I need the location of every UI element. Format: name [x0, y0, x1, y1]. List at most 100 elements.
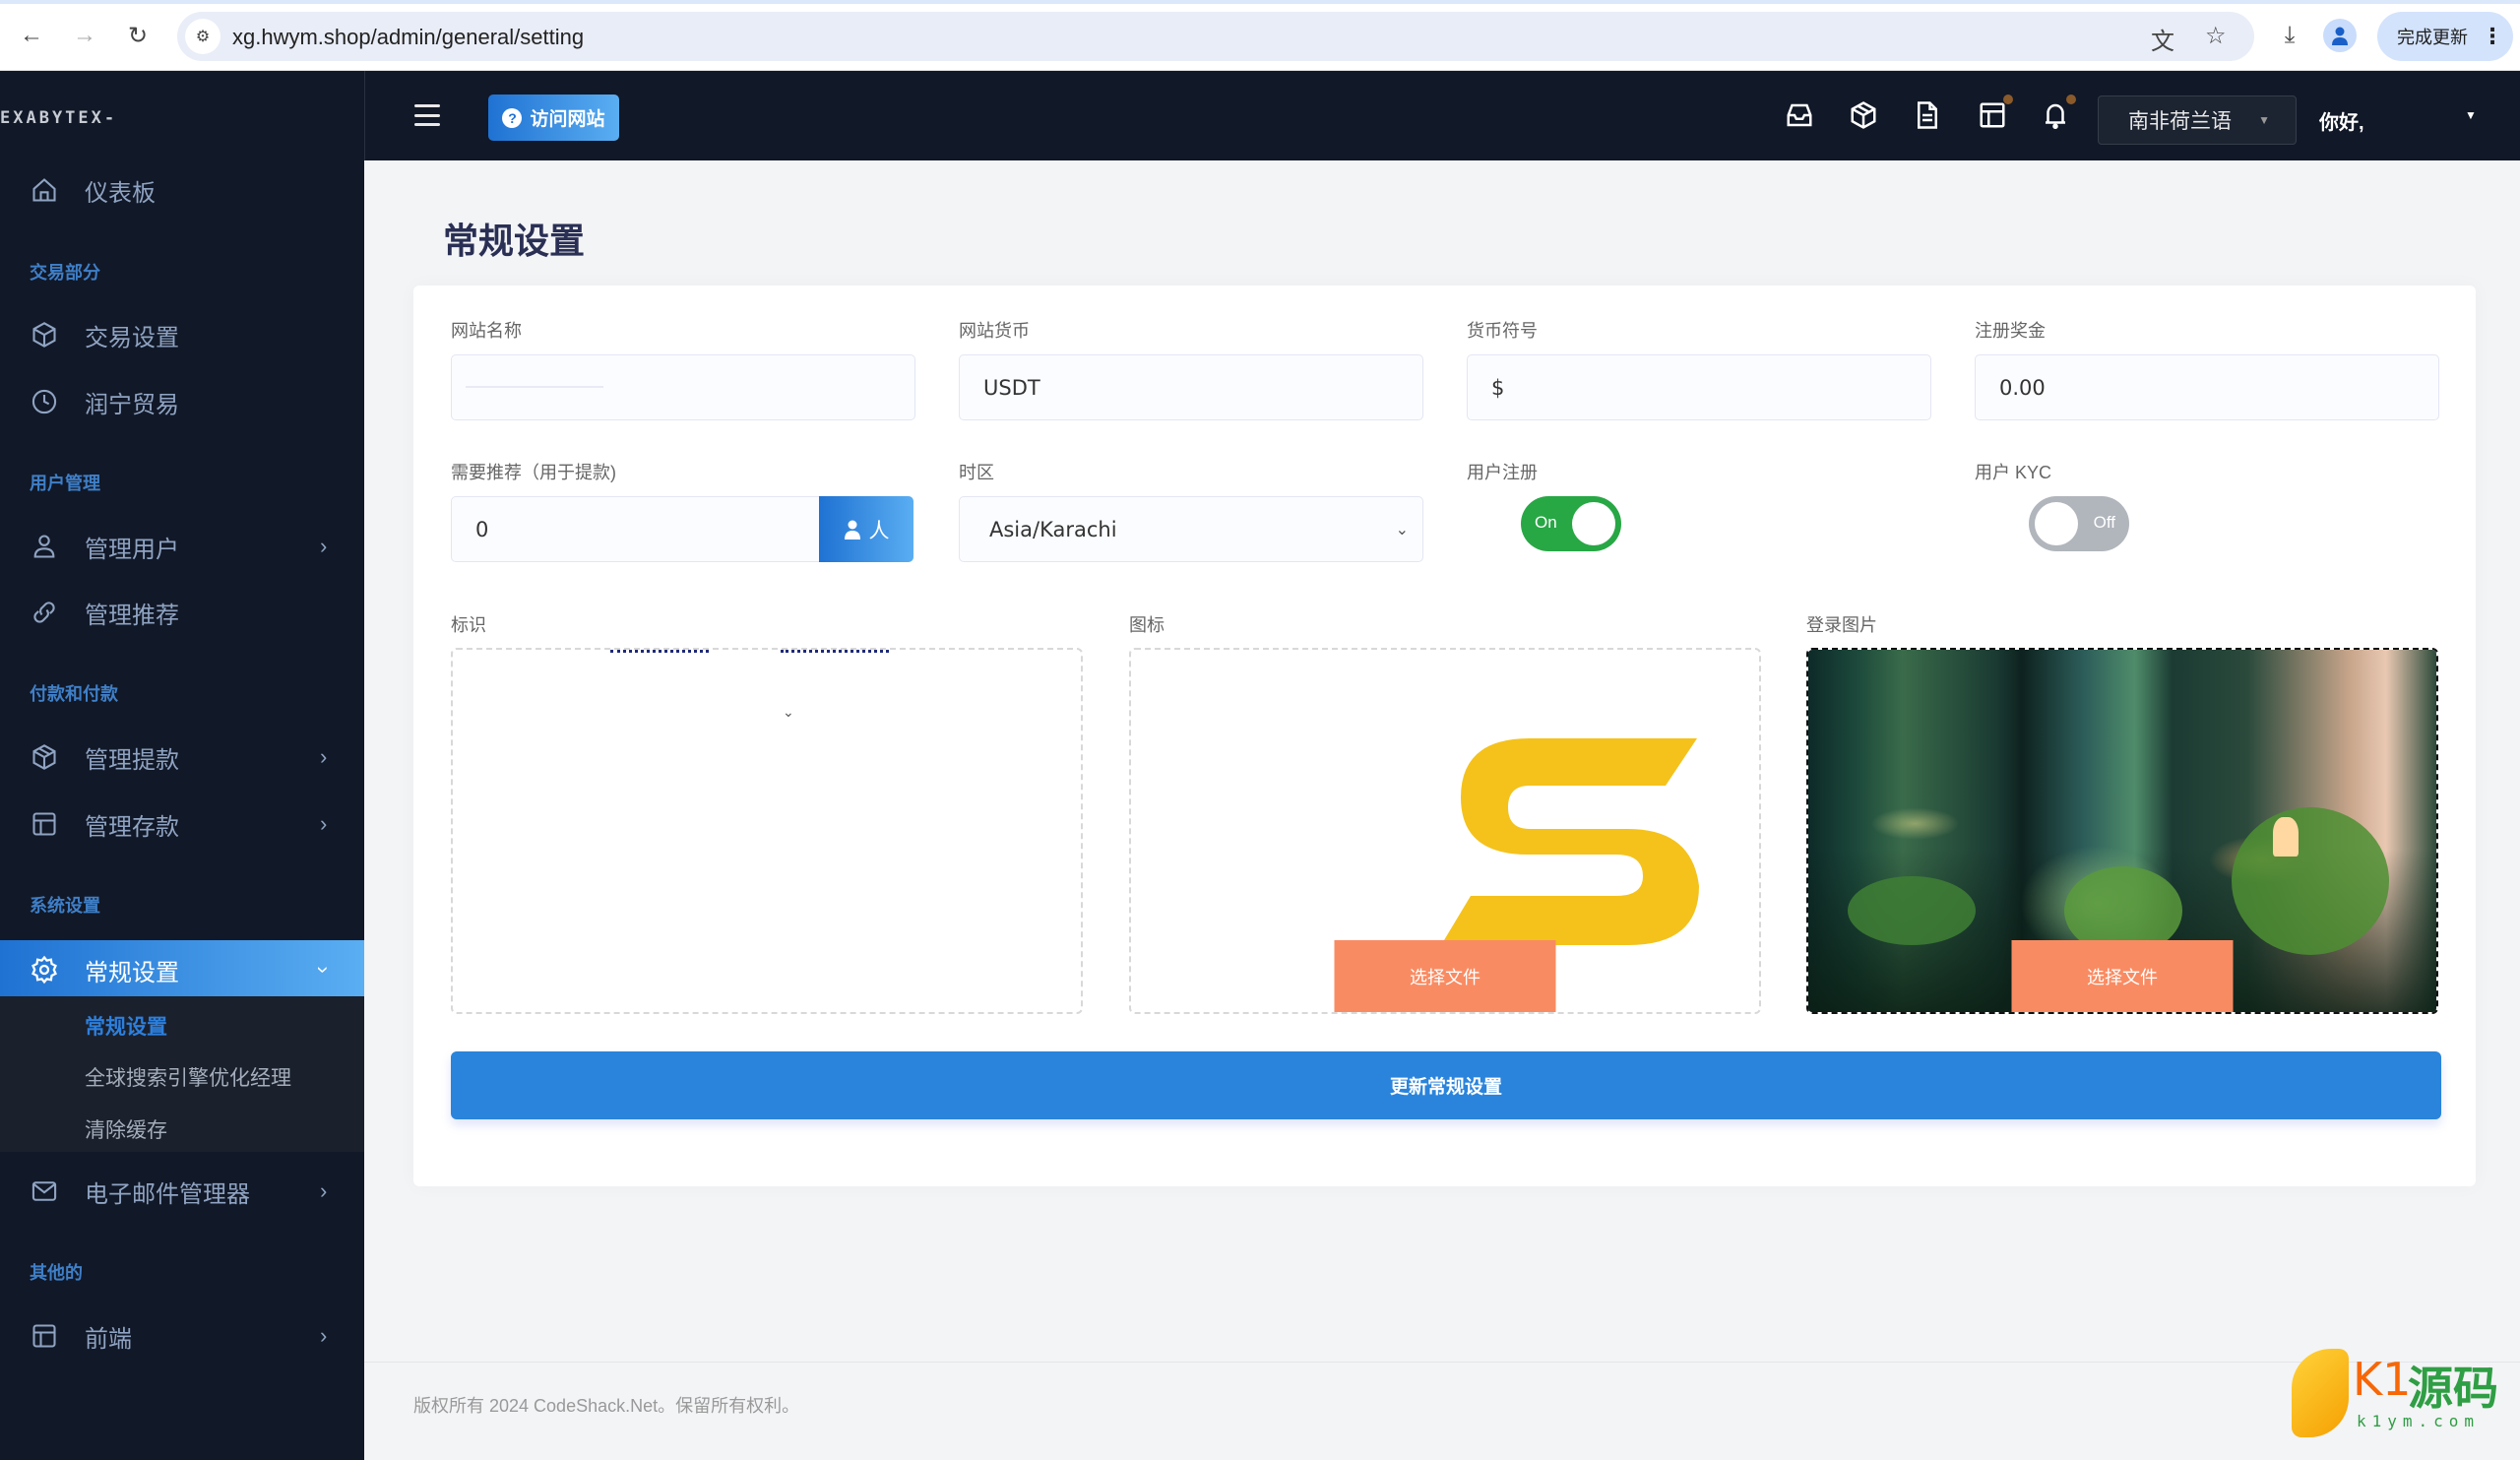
sidebar-item-trade-settings[interactable]: 交易设置	[0, 305, 364, 364]
favicon-choose-file-button[interactable]: 选择文件	[1334, 940, 1556, 1012]
sidebar-item-general-settings[interactable]: 常规设置 ›	[0, 940, 364, 999]
watermark-s-icon	[2292, 1349, 2349, 1437]
referral-required-input[interactable]: 0	[451, 496, 823, 562]
watermark-logo: K1 源码 k1ym.com	[2292, 1349, 2498, 1447]
chevron-right-icon: ›	[320, 1178, 328, 1203]
chevron-right-icon: ›	[320, 744, 328, 769]
menu-dots-icon[interactable]: ⋮	[2482, 24, 2503, 49]
reload-icon[interactable]: ↻	[122, 20, 154, 51]
forward-icon[interactable]: →	[69, 20, 100, 51]
user-greeting[interactable]: 你好,	[2319, 106, 2364, 135]
toggle-knob	[2035, 502, 2078, 545]
profile-icon[interactable]	[2323, 19, 2357, 52]
page-title: 常规设置	[443, 221, 586, 261]
chevron-right-icon: ›	[320, 534, 328, 558]
signup-bonus-input[interactable]: 0.00	[1975, 354, 2439, 420]
plant-shape	[2232, 807, 2389, 955]
login-image-choose-file-button[interactable]: 选择文件	[2011, 940, 2234, 1012]
sidebar-item-label: 管理存款	[85, 813, 179, 841]
update-browser-button[interactable]: 完成更新 ⋮	[2377, 12, 2513, 61]
menu-toggle-icon[interactable]	[414, 104, 440, 126]
referral-required-label: 需要推荐（用于提款)	[451, 463, 616, 482]
watermark-domain: k1ym.com	[2357, 1412, 2481, 1430]
logo-label: 标识	[451, 615, 486, 635]
timezone-value: Asia/Karachi	[989, 517, 1117, 541]
globe-icon: ?	[502, 107, 523, 128]
topbar: ? 访问网站 南非荷兰语 ▼ 你好, ▼	[364, 71, 2520, 160]
sidebar-item-manage-withdrawals[interactable]: 管理提款 ›	[0, 728, 364, 787]
general-settings-submenu: 常规设置 全球搜索引擎优化经理 清除缓存	[0, 996, 364, 1152]
toggle-knob	[1572, 502, 1615, 545]
bookmark-star-icon[interactable]: ☆	[2205, 22, 2227, 50]
site-currency-label: 网站货币	[959, 321, 1030, 341]
link-icon	[30, 598, 59, 627]
sidebar-section-system: 系统设置	[30, 896, 100, 916]
timezone-select[interactable]: Asia/Karachi ⌄	[959, 496, 1423, 562]
chevron-right-icon: ›	[320, 811, 328, 836]
home-icon	[30, 175, 59, 205]
site-currency-input[interactable]: USDT	[959, 354, 1423, 420]
logo-dropzone[interactable]: ⌄	[451, 648, 1083, 1014]
update-label: 完成更新	[2397, 28, 2468, 47]
visit-site-button[interactable]: ? 访问网站	[488, 95, 619, 141]
clock-icon	[30, 387, 59, 416]
gear-icon	[30, 955, 59, 984]
submenu-item-clear-cache[interactable]: 清除缓存	[85, 1114, 167, 1144]
translate-icon[interactable]: 文	[2151, 22, 2174, 56]
mail-icon	[30, 1176, 59, 1206]
chevron-down-icon: ⌄	[1395, 520, 1409, 539]
sidebar-item-label: 电子邮件管理器	[85, 1180, 250, 1208]
user-menu-caret-icon[interactable]: ▼	[2465, 108, 2477, 122]
sidebar-item-runing-trade[interactable]: 润宁贸易	[0, 372, 364, 431]
sidebar-item-dashboard[interactable]: 仪表板	[0, 160, 364, 220]
caret-down-icon: ▼	[2258, 113, 2270, 127]
sidebar-item-email-manager[interactable]: 电子邮件管理器 ›	[0, 1162, 364, 1221]
user-kyc-toggle[interactable]: Off	[2029, 496, 2129, 551]
sidebar-item-frontend[interactable]: 前端 ›	[0, 1306, 364, 1365]
chevron-down-icon: ⌄	[783, 704, 794, 720]
back-icon[interactable]: ←	[16, 20, 47, 51]
sidebar-item-manage-deposits[interactable]: 管理存款 ›	[0, 794, 364, 854]
user-icon	[844, 520, 860, 540]
url-text[interactable]: xg.hwym.shop/admin/general/setting	[232, 25, 584, 50]
toggle-state-text: On	[1535, 513, 1557, 532]
user-registration-toggle[interactable]: On	[1521, 496, 1621, 551]
sidebar-item-label: 管理提款	[85, 746, 179, 774]
site-name-input[interactable]	[451, 354, 915, 420]
update-settings-button[interactable]: 更新常规设置	[451, 1051, 2441, 1119]
user-registration-label: 用户注册	[1467, 463, 1538, 482]
table-icon[interactable]	[1976, 95, 2013, 132]
submenu-item-seo-manager[interactable]: 全球搜索引擎优化经理	[85, 1062, 291, 1092]
brand-logo[interactable]: EXABYTEX-	[0, 108, 117, 128]
currency-symbol-input[interactable]: $	[1467, 354, 1931, 420]
currency-symbol-label: 货币符号	[1467, 321, 1538, 341]
sidebar-section-trading: 交易部分	[30, 263, 100, 283]
sidebar-section-other: 其他的	[30, 1263, 83, 1283]
document-icon[interactable]	[1911, 98, 1944, 132]
footer-copyright: 版权所有 2024 CodeShack.Net。保留所有权利。	[413, 1396, 800, 1416]
sidebar-item-label: 交易设置	[85, 324, 179, 351]
submenu-item-general-settings[interactable]: 常规设置	[85, 1011, 167, 1041]
site-info-icon[interactable]: ⚙	[185, 19, 220, 54]
bell-icon[interactable]	[2039, 95, 2076, 132]
favicon-dropzone[interactable]: 选择文件	[1129, 648, 1761, 1014]
language-select[interactable]: 南非荷兰语 ▼	[2098, 95, 2297, 145]
sidebar-item-label: 仪表板	[85, 179, 156, 207]
sidebar-item-label: 常规设置	[85, 959, 179, 986]
sidebar-item-manage-referrals[interactable]: 管理推荐	[0, 583, 364, 642]
package-icon[interactable]	[1847, 98, 1880, 132]
lamp-shape	[2273, 817, 2299, 857]
sidebar-section-payments: 付款和付款	[30, 684, 118, 704]
login-image-dropzone[interactable]: 选择文件	[1806, 648, 2438, 1014]
inbox-icon[interactable]	[1783, 98, 1816, 132]
notification-dot	[2003, 95, 2013, 104]
address-bar[interactable]: ⚙ xg.hwym.shop/admin/general/setting 文 ☆	[177, 12, 2254, 61]
download-icon[interactable]: ⤓	[2274, 20, 2305, 51]
user-kyc-label: 用户 KYC	[1975, 463, 2052, 482]
sidebar-item-manage-users[interactable]: 管理用户 ›	[0, 517, 364, 576]
sidebar-item-label: 管理用户	[85, 536, 179, 563]
site-name-label: 网站名称	[451, 321, 522, 341]
sidebar-section-users: 用户管理	[30, 474, 100, 493]
toggle-state-text: Off	[2093, 513, 2115, 532]
logo-artifact	[610, 650, 709, 653]
